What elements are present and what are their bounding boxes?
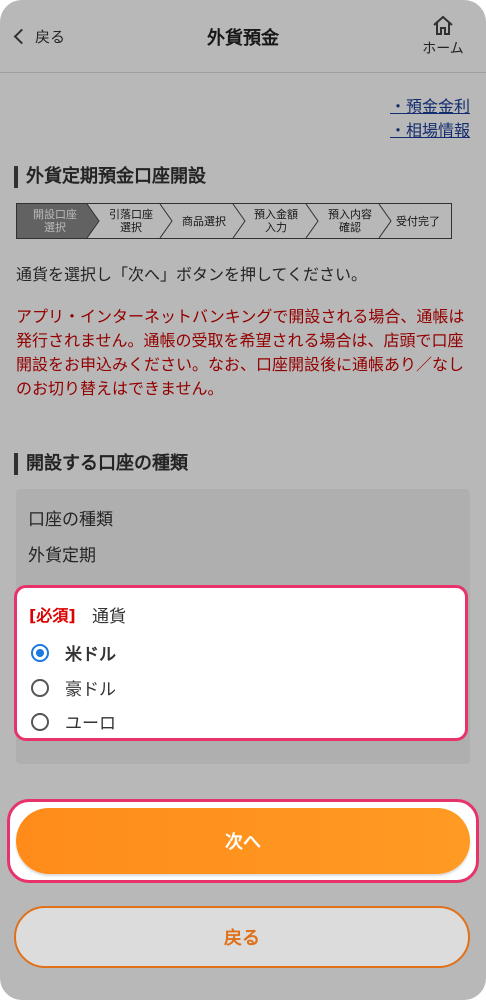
step-3: 商品選択	[182, 214, 226, 228]
rate-links: ・預金金利 ・相場情報	[390, 95, 470, 143]
passbook-notice: アプリ・インターネットバンキングで開設される場合、通帳は発行されません。通帳の受…	[16, 307, 465, 398]
required-badge: [必須]	[29, 606, 76, 625]
currency-select-card: [必須] 通貨 米ドル 豪ドル ユーロ	[14, 585, 468, 741]
step-2: 引落口座 選択	[109, 208, 153, 234]
home-icon	[433, 15, 453, 35]
currency-option-eur[interactable]: ユーロ	[31, 709, 116, 734]
currency-option-aud[interactable]: 豪ドル	[31, 675, 116, 700]
market-info-link[interactable]: ・相場情報	[390, 119, 470, 143]
currency-option-label: 豪ドル	[65, 680, 116, 700]
section-title-open-account: 外貨定期預金口座開設	[14, 166, 206, 188]
currency-label: 通貨	[92, 607, 126, 627]
account-type-value: 外貨定期	[28, 546, 96, 566]
header: 戻る 外貨預金 ホーム	[0, 0, 486, 73]
progress-steps: 開設口座 選択 引落口座 選択 商品選択 預入金額 入力 預入内容 確認 受付完了	[16, 203, 452, 239]
back-button[interactable]: 戻る	[14, 906, 470, 968]
radio-unselected-icon[interactable]	[31, 712, 49, 731]
next-button-highlight: 次へ	[7, 799, 479, 883]
currency-option-label: ユーロ	[65, 714, 116, 734]
radio-unselected-icon[interactable]	[31, 678, 49, 697]
home-button[interactable]: ホーム	[418, 14, 468, 58]
deposit-rate-link[interactable]: ・預金金利	[390, 95, 470, 119]
radio-selected-icon[interactable]	[31, 643, 49, 662]
section-title-account-type: 開設する口座の種類	[14, 453, 188, 475]
currency-option-usd[interactable]: 米ドル	[31, 640, 116, 665]
phone-screen: 戻る 外貨預金 ホーム ・預金金利 ・相場情報 外貨定期預金口座開設 開設口座 …	[0, 0, 486, 1000]
step-5: 預入内容 確認	[328, 208, 372, 234]
step-4: 預入金額 入力	[254, 208, 298, 234]
instruction-text: 通貨を選択し「次へ」ボタンを押してください。	[16, 265, 368, 284]
next-button[interactable]: 次へ	[16, 808, 470, 874]
account-type-label: 口座の種類	[28, 510, 113, 530]
currency-option-label: 米ドル	[65, 645, 116, 665]
page-title: 外貨預金	[207, 28, 279, 49]
home-label: ホーム	[422, 41, 464, 57]
step-1: 開設口座 選択	[33, 208, 77, 234]
step-6: 受付完了	[396, 214, 440, 228]
